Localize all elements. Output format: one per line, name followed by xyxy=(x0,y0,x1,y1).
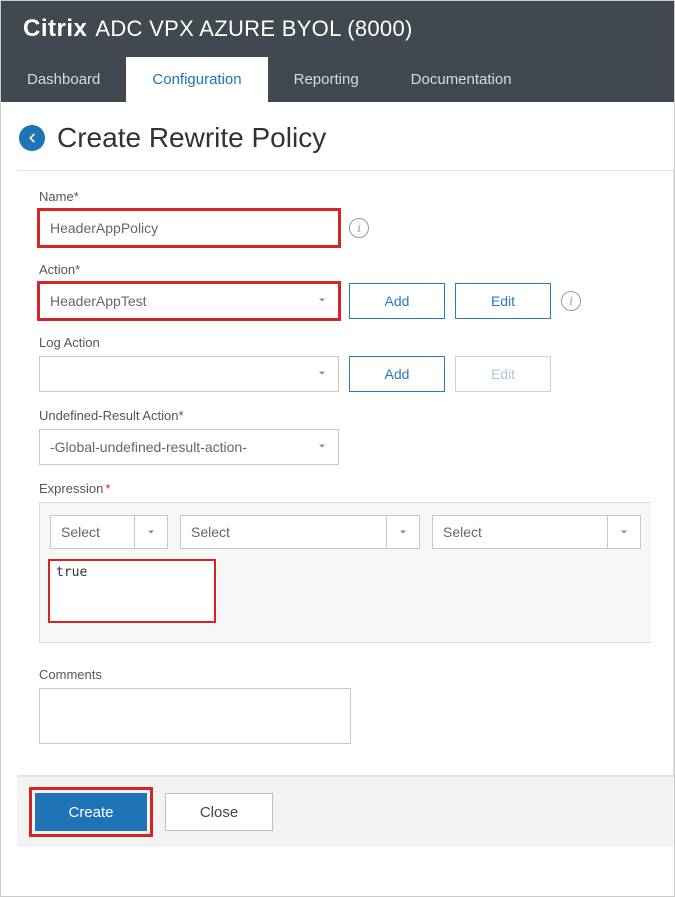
expression-select-3-value: Select xyxy=(443,524,482,540)
expression-select-1[interactable]: Select xyxy=(50,515,168,549)
chevron-down-icon xyxy=(316,439,328,455)
expression-select-1-value: Select xyxy=(61,524,100,540)
close-button[interactable]: Close xyxy=(165,793,273,831)
log-action-label: Log Action xyxy=(39,335,651,350)
log-action-add-button[interactable]: Add xyxy=(349,356,445,392)
expression-select-2[interactable]: Select xyxy=(180,515,420,549)
page-body: Create Rewrite Policy Name i Action Head… xyxy=(1,102,674,847)
expression-label: Expression* xyxy=(39,481,651,496)
form-area: Name i Action HeaderAppTest Add Edit i L… xyxy=(17,170,674,776)
chevron-down-icon xyxy=(316,293,328,309)
expression-textarea[interactable] xyxy=(48,559,216,623)
chevron-down-icon xyxy=(607,516,630,548)
name-input[interactable] xyxy=(39,210,339,246)
action-field: Action HeaderAppTest Add Edit i xyxy=(39,262,651,319)
info-icon[interactable]: i xyxy=(349,218,369,238)
product-name: ADC VPX AZURE BYOL (8000) xyxy=(95,16,412,42)
app-header: Citrix ADC VPX AZURE BYOL (8000) xyxy=(1,1,674,57)
arrow-left-icon xyxy=(25,131,39,145)
tab-documentation[interactable]: Documentation xyxy=(385,57,538,102)
comments-textarea[interactable] xyxy=(39,688,351,744)
name-field: Name i xyxy=(39,189,651,246)
expression-select-3[interactable]: Select xyxy=(432,515,641,549)
undefined-result-label: Undefined-Result Action xyxy=(39,408,651,423)
expression-select-2-value: Select xyxy=(191,524,230,540)
action-add-button[interactable]: Add xyxy=(349,283,445,319)
log-action-edit-button: Edit xyxy=(455,356,551,392)
brand-name: Citrix xyxy=(23,15,87,43)
create-button[interactable]: Create xyxy=(35,793,147,831)
undefined-result-selected-value: -Global-undefined-result-action- xyxy=(50,439,247,455)
action-edit-button[interactable]: Edit xyxy=(455,283,551,319)
info-icon[interactable]: i xyxy=(561,291,581,311)
undefined-result-select[interactable]: -Global-undefined-result-action- xyxy=(39,429,339,465)
tab-dashboard[interactable]: Dashboard xyxy=(1,57,126,102)
page-title-row: Create Rewrite Policy xyxy=(1,112,674,170)
action-selected-value: HeaderAppTest xyxy=(50,293,147,309)
chevron-down-icon xyxy=(386,516,409,548)
log-action-select[interactable] xyxy=(39,356,339,392)
chevron-down-icon xyxy=(134,516,157,548)
action-label: Action xyxy=(39,262,651,277)
expression-field: Expression* Select Select Select xyxy=(39,481,651,643)
tab-reporting[interactable]: Reporting xyxy=(268,57,385,102)
name-label: Name xyxy=(39,189,651,204)
comments-label: Comments xyxy=(39,667,651,682)
tab-configuration[interactable]: Configuration xyxy=(126,57,267,102)
action-select[interactable]: HeaderAppTest xyxy=(39,283,339,319)
form-footer: Create Close xyxy=(17,776,674,847)
back-button[interactable] xyxy=(19,125,45,151)
log-action-field: Log Action Add Edit xyxy=(39,335,651,392)
page-title: Create Rewrite Policy xyxy=(57,122,326,154)
comments-field: Comments xyxy=(39,667,651,749)
chevron-down-icon xyxy=(316,366,328,382)
undefined-result-field: Undefined-Result Action -Global-undefine… xyxy=(39,408,651,465)
expression-builder: Select Select Select xyxy=(39,502,651,643)
main-tabs: Dashboard Configuration Reporting Docume… xyxy=(1,57,674,102)
